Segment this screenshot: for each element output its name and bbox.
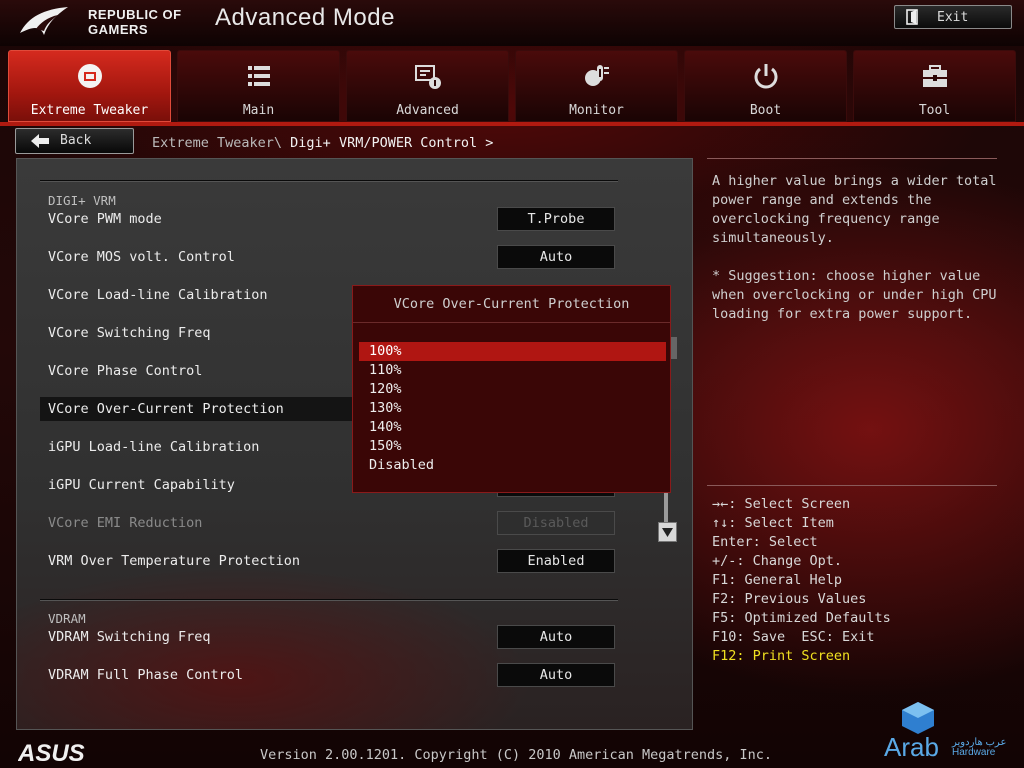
version-text: Version 2.00.1201. Copyright (C) 2010 Am…	[260, 747, 773, 763]
setting-label[interactable]: VDRAM Switching Freq	[48, 629, 211, 645]
key-hint: +/-: Change Opt.	[712, 553, 843, 569]
breadcrumb: Extreme Tweaker\ Digi+ VRM/POWER Control…	[152, 135, 493, 151]
setting-label[interactable]: VCore MOS volt. Control	[48, 249, 235, 265]
list-icon	[248, 66, 270, 86]
key-hint-print-screen: F12: Print Screen	[712, 648, 851, 664]
watermark-logo: Arab عرب هاردوير Hardware	[884, 700, 1019, 766]
thermometer-icon	[585, 65, 609, 86]
asus-logo: ASUS	[18, 740, 85, 764]
tab-label: Main	[242, 103, 275, 118]
rog-eye-icon	[20, 7, 68, 35]
key-hint: F10: Save ESC: Exit	[712, 629, 875, 645]
help-divider-bottom	[707, 485, 997, 486]
key-hint: F5: Optimized Defaults	[712, 610, 891, 626]
tab-monitor[interactable]: Monitor	[515, 50, 678, 122]
setting-value[interactable]: Enabled	[497, 549, 615, 573]
tab-label: Advanced	[396, 103, 459, 118]
popup-option-list: 100% 110% 120% 130% 140% 150% Disabled	[359, 342, 666, 475]
tab-label: Extreme Tweaker	[30, 103, 149, 118]
tabs-divider	[0, 122, 1024, 126]
tweaker-icon	[78, 64, 102, 88]
key-hint: →←: Select Screen	[712, 496, 851, 512]
setting-label[interactable]: iGPU Load-line Calibration	[48, 439, 259, 455]
back-label: Back	[60, 133, 92, 148]
top-bar: REPUBLIC OF GAMERS Advanced Mode Exit	[0, 0, 1024, 46]
popup-option-selected[interactable]: 100%	[359, 342, 666, 361]
watermark-text: Arab	[884, 732, 939, 762]
tab-label: Tool	[918, 103, 951, 118]
popup-option[interactable]: 140%	[359, 418, 666, 437]
setting-value: Disabled	[497, 511, 615, 535]
scrollbar-thumb[interactable]	[670, 337, 677, 359]
exit-door-icon	[906, 9, 918, 25]
tab-label: Boot	[749, 103, 782, 118]
setting-label: VCore EMI Reduction	[48, 515, 203, 531]
toolbox-icon	[923, 65, 947, 87]
watermark-subtext: عرب هاردوير Hardware	[952, 737, 1007, 758]
setting-label[interactable]: VCore PWM mode	[48, 211, 162, 227]
scroll-down-button[interactable]	[658, 522, 677, 542]
popup-option[interactable]: 120%	[359, 380, 666, 399]
exit-label: Exit	[937, 10, 969, 25]
page-title: Advanced Mode	[215, 4, 395, 31]
help-suggestion: * Suggestion: choose higher value when o…	[712, 268, 1005, 322]
key-legend: →←: Select Screen ↑↓: Select Item Enter: S…	[712, 495, 891, 666]
setting-value[interactable]: T.Probe	[497, 207, 615, 231]
setting-label[interactable]: VRM Over Temperature Protection	[48, 553, 300, 569]
popup-option[interactable]: Disabled	[359, 456, 666, 475]
setting-label[interactable]: VCore Load-line Calibration	[48, 287, 267, 303]
section-separator	[40, 180, 618, 182]
setting-label[interactable]: VCore Over-Current Protection	[48, 401, 284, 417]
section-heading-digi-vrm: DIGI+ VRM	[48, 193, 116, 208]
setting-value[interactable]: Auto	[497, 663, 615, 687]
setting-label[interactable]: VCore Switching Freq	[48, 325, 211, 341]
exit-button[interactable]: Exit	[894, 5, 1012, 29]
help-divider-top	[707, 158, 997, 159]
triangle-down-icon	[662, 528, 673, 537]
setting-label[interactable]: VDRAM Full Phase Control	[48, 667, 243, 683]
setting-value[interactable]: Auto	[497, 245, 615, 269]
tab-extreme-tweaker[interactable]: Extreme Tweaker	[8, 50, 171, 122]
main-tabs: Extreme Tweaker Main Advanced Monitor Bo…	[8, 50, 1016, 122]
tab-main[interactable]: Main	[177, 50, 340, 122]
help-description: A higher value brings a wider total powe…	[712, 173, 1005, 246]
tab-label: Monitor	[569, 103, 624, 118]
key-hint: F1: General Help	[712, 572, 843, 588]
option-popup: VCore Over-Current Protection 100% 110% …	[352, 285, 671, 493]
back-arrow-icon	[31, 134, 49, 148]
power-icon	[754, 64, 778, 89]
rog-logo-text: REPUBLIC OF GAMERS	[88, 7, 182, 37]
popup-option[interactable]: 130%	[359, 399, 666, 418]
section-separator	[40, 599, 618, 601]
setting-label[interactable]: VCore Phase Control	[48, 363, 202, 379]
tab-advanced[interactable]: Advanced	[346, 50, 509, 122]
watermark-cube-icon	[902, 702, 934, 734]
popup-title: VCore Over-Current Protection	[353, 286, 670, 323]
breadcrumb-current: Digi+ VRM/POWER Control >	[290, 135, 494, 151]
section-heading-vdram: VDRAM	[48, 611, 86, 626]
advanced-icon	[415, 65, 441, 89]
setting-label[interactable]: iGPU Current Capability	[48, 477, 235, 493]
tab-tool[interactable]: Tool	[853, 50, 1016, 122]
popup-option[interactable]: 150%	[359, 437, 666, 456]
asus-logo-text: ASUS	[18, 740, 85, 764]
setting-value[interactable]: Auto	[497, 625, 615, 649]
breadcrumb-prefix: Extreme Tweaker\	[152, 135, 291, 151]
key-hint: ↑↓: Select Item	[712, 515, 834, 531]
help-text: A higher value brings a wider total powe…	[712, 172, 1002, 324]
key-hint: Enter: Select	[712, 534, 818, 550]
key-hint: F2: Previous Values	[712, 591, 867, 607]
tab-boot[interactable]: Boot	[684, 50, 847, 122]
back-button[interactable]: Back	[15, 128, 134, 154]
popup-option[interactable]: 110%	[359, 361, 666, 380]
rog-logo: REPUBLIC OF GAMERS	[18, 3, 198, 41]
